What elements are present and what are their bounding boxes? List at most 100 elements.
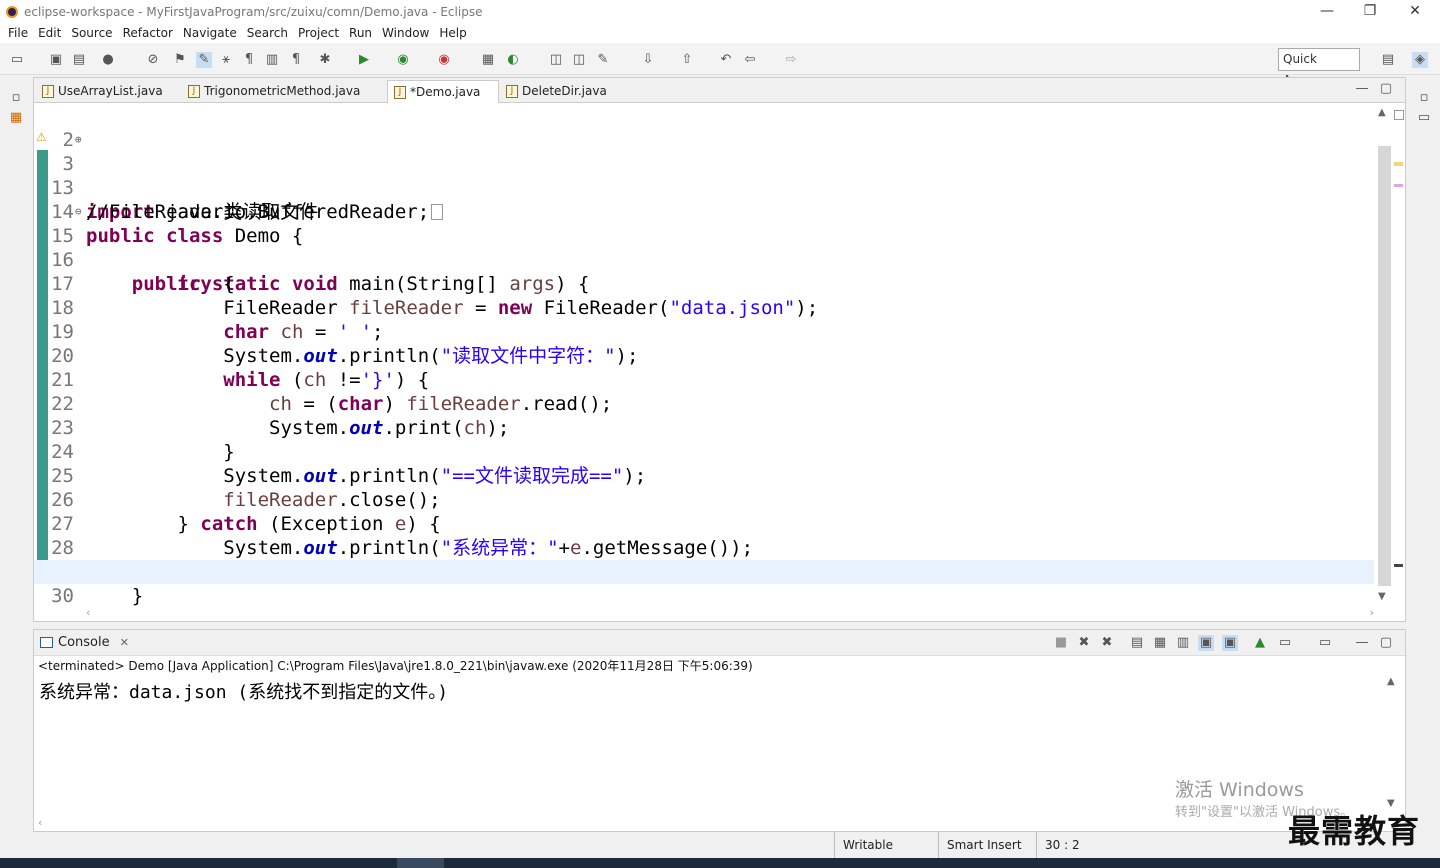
editor-horizontal-scrollbar[interactable]: ‹ › <box>86 606 1374 621</box>
open-type-icon[interactable]: ⚑ <box>172 52 188 68</box>
tab-demo[interactable]: J *Demo.java ✕ <box>387 80 499 122</box>
code-line: 29 } <box>34 536 1374 606</box>
minimize-button[interactable]: — <box>1304 0 1350 23</box>
maximize-button[interactable]: ❐ <box>1347 0 1393 23</box>
maximize-editor-icon[interactable]: ▢ <box>1378 81 1394 97</box>
scroll-left-icon[interactable]: ‹ <box>86 606 90 619</box>
tab-trigonometricmethod[interactable]: J TrigonometricMethod.java <box>182 80 386 103</box>
close-button[interactable]: ✕ <box>1392 0 1438 23</box>
menu-search[interactable]: Search <box>247 26 288 40</box>
outline-icon[interactable]: ▭ <box>1416 110 1432 126</box>
open-task-icon[interactable]: ◫ <box>571 52 587 68</box>
code-line: 17 FileReader fileReader = new FileReade… <box>34 248 1374 319</box>
menu-project[interactable]: Project <box>298 26 339 40</box>
code-area[interactable]: ⚠ 2 3 ⊕ import java.io.BufferedReader; 1… <box>34 104 1374 606</box>
remove-all-launches-icon[interactable]: ✖ <box>1099 635 1115 651</box>
main-toolbar: ▭ ▣ ▤ ● ⊘ ⚑ ✎ ⚹ ¶ ▥ ¶ ✱ ▶ ◉ ◉ ▦ ◐ ◫ ◫ ✎ … <box>0 43 1440 75</box>
open-folder-icon[interactable]: ◫ <box>548 52 564 68</box>
menu-help[interactable]: Help <box>439 26 466 40</box>
scroll-right-icon[interactable]: › <box>1370 606 1374 619</box>
debug-perspective-icon[interactable]: ● <box>100 52 116 68</box>
console-vertical-scrollbar[interactable]: ▲ ▼ <box>1387 676 1401 810</box>
external-tools-icon[interactable]: ◉ <box>436 52 452 68</box>
code-editor: J UseArrayList.java J TrigonometricMetho… <box>33 77 1406 622</box>
menu-refactor[interactable]: Refactor <box>123 26 173 40</box>
restore-icon[interactable]: ▫ <box>8 90 24 106</box>
code-line: 28 } <box>34 512 1374 583</box>
minimize-console-icon[interactable]: — <box>1354 635 1370 651</box>
tab-usearraylist[interactable]: J UseArrayList.java <box>36 80 182 103</box>
java-perspective-icon[interactable]: ◈ <box>1412 52 1428 68</box>
menu-source[interactable]: Source <box>71 26 112 40</box>
clear-console-icon[interactable]: ▤ <box>1129 635 1145 651</box>
maximize-console-icon[interactable]: ▢ <box>1378 635 1394 651</box>
show-on-stdout-icon[interactable]: ▣ <box>1198 635 1214 651</box>
pin-console-icon[interactable]: ▲ <box>1252 635 1268 651</box>
menu-window[interactable]: Window <box>382 26 429 40</box>
search-icon[interactable]: ✎ <box>595 52 611 68</box>
open-console-icon[interactable]: ▭ <box>1317 635 1333 651</box>
remove-launch-icon[interactable]: ✖ <box>1076 635 1092 651</box>
menu-edit[interactable]: Edit <box>38 26 61 40</box>
previous-annotation-icon[interactable]: ⇧ <box>679 52 695 68</box>
fold-icon[interactable]: ⊖ <box>75 200 82 224</box>
skip-breakpoints-icon[interactable]: ⊘ <box>145 52 161 68</box>
next-annotation-icon[interactable]: ⇩ <box>640 52 656 68</box>
scroll-down-icon[interactable]: ▼ <box>1378 591 1386 602</box>
tab-label: DeleteDir.java <box>522 84 607 98</box>
status-cursor-position: 30 : 2 <box>1036 832 1136 858</box>
coverage-icon[interactable]: ◉ <box>395 52 411 68</box>
show-on-stderr-icon[interactable]: ▣ <box>1222 635 1238 651</box>
debug-icon[interactable]: ✱ <box>317 52 333 68</box>
new-java-class-icon[interactable]: ◐ <box>505 52 521 68</box>
tab-console[interactable]: Console ✕ <box>38 633 129 653</box>
display-console-icon[interactable]: ▭ <box>1277 635 1293 651</box>
code-line-current: 30 } <box>34 560 1374 606</box>
code-line: 3 ⊕ import java.io.BufferedReader; <box>34 128 1374 223</box>
code-line: 27 System.out.println("系统异常："+e.getMessa… <box>34 488 1374 559</box>
warning-marker[interactable] <box>1394 162 1403 166</box>
word-wrap-icon[interactable]: ▥ <box>1175 635 1191 651</box>
new-java-project-icon[interactable]: ▦ <box>480 52 496 68</box>
scrollbar-thumb[interactable] <box>1378 146 1391 586</box>
taskbar-active-app[interactable] <box>397 858 444 868</box>
code-line: 18 char ch = ' '; <box>34 272 1374 343</box>
whitespace-icon[interactable]: ¶ <box>241 52 257 68</box>
menu-navigate[interactable]: Navigate <box>183 26 237 40</box>
terminate-icon[interactable]: ■ <box>1053 635 1069 651</box>
console-output[interactable]: 系统异常：data.json (系统找不到指定的文件。) <box>39 678 448 704</box>
show-selected-element-icon[interactable]: ▥ <box>264 52 280 68</box>
run-icon[interactable]: ▶ <box>356 52 372 68</box>
scroll-lock-icon[interactable]: ▦ <box>1152 635 1168 651</box>
eclipse-window: eclipse-workspace - MyFirstJavaProgram/s… <box>0 0 1440 868</box>
restore-right-icon[interactable]: ▫ <box>1416 90 1432 106</box>
console-scroll-up-icon[interactable]: ▲ <box>1387 676 1395 687</box>
package-explorer-icon[interactable]: ▦ <box>8 110 24 126</box>
code-line: 16 try { <box>34 224 1374 295</box>
menu-run[interactable]: Run <box>349 26 372 40</box>
console-scroll-left-icon[interactable]: ‹ <box>38 816 42 829</box>
occurrence-marker[interactable] <box>1394 184 1403 187</box>
scroll-up-icon[interactable]: ▲ <box>1378 107 1386 118</box>
block-selection-icon[interactable]: ⚹ <box>218 52 234 68</box>
show-whitespace-icon[interactable]: ¶ <box>288 52 304 68</box>
fold-icon[interactable]: ⊕ <box>75 128 82 152</box>
open-perspective-icon[interactable]: ▤ <box>1380 52 1396 68</box>
back-icon[interactable]: ⇦ <box>742 52 758 68</box>
code-line: 15 ⊖ public static void main(String[] ar… <box>34 200 1374 295</box>
tab-label: TrigonometricMethod.java <box>204 84 361 98</box>
toggle-mark-occurrences-icon[interactable]: ✎ <box>196 52 212 68</box>
save-all-icon[interactable]: ▤ <box>71 52 87 68</box>
new-icon[interactable]: ▭ <box>9 52 25 68</box>
minimize-editor-icon[interactable]: — <box>1354 81 1370 97</box>
save-icon[interactable]: ▣ <box>48 52 64 68</box>
tab-deletedir[interactable]: J DeleteDir.java <box>500 80 620 103</box>
status-insert-mode: Smart Insert <box>938 832 1036 858</box>
menu-file[interactable]: File <box>8 26 28 40</box>
quick-access-field[interactable]: Quick Access <box>1278 48 1360 87</box>
last-edit-location-icon[interactable]: ↶ <box>718 52 734 68</box>
editor-vertical-scrollbar[interactable]: ▲ ▼ <box>1374 104 1405 606</box>
forward-icon[interactable]: ⇨ <box>783 52 799 68</box>
close-console-icon[interactable]: ✕ <box>120 636 129 649</box>
code-line: 13 //FileReader类读取文件 <box>34 152 1374 223</box>
